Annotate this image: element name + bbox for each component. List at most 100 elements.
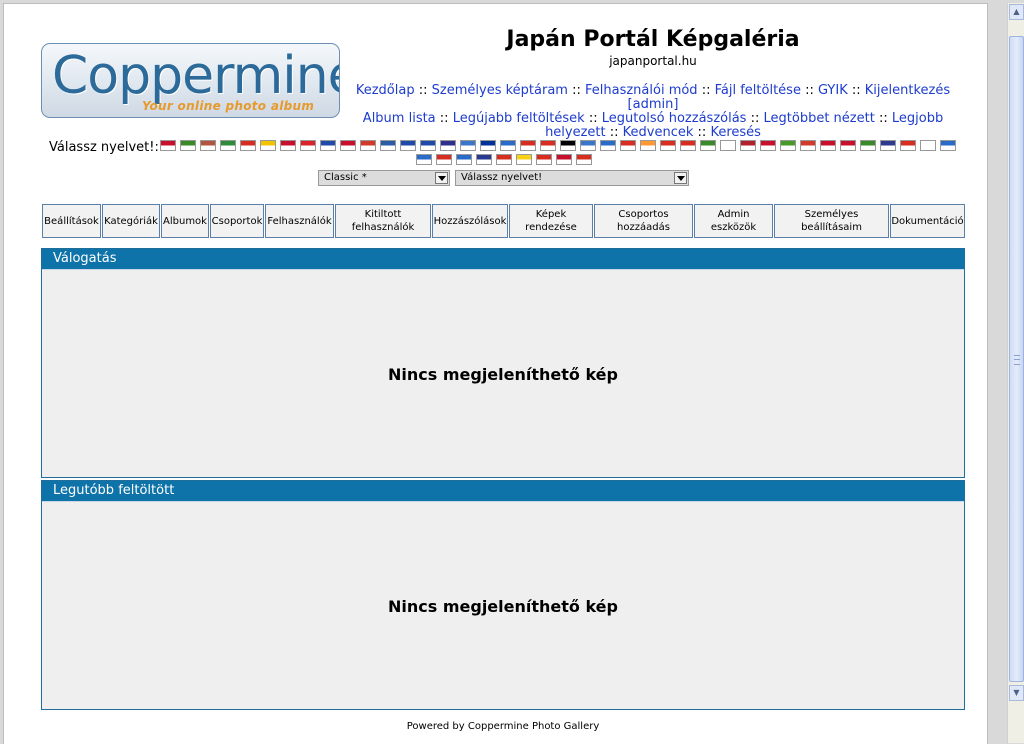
language-flag-icon[interactable] [200,140,216,151]
admin-groups-button[interactable]: Csoportok [210,204,264,238]
language-select-value: Válassz nyelvet! [461,172,543,183]
language-flag-icon[interactable] [320,140,336,151]
language-flag-icon[interactable] [480,140,496,151]
nav-faq-link[interactable]: GYIK [818,83,848,98]
language-flag-icon[interactable] [456,154,472,165]
language-flag-icon[interactable] [580,140,596,151]
admin-batch-add-button[interactable]: Csoportos hozzáadás [594,204,693,238]
language-flag-icon[interactable] [556,154,572,165]
admin-toolbar: Beállítások Kategóriák Albumok Csoportok… [0,204,1000,238]
nav-search-link[interactable]: Keresés [710,125,760,140]
chevron-down-icon[interactable] [674,172,687,184]
gallery-nav-row-1: Album lista :: Legújabb feltöltések :: L… [362,111,944,126]
nav-last-comments-link[interactable]: Legutolsó hozzászólás [602,111,747,126]
language-flag-icon[interactable] [880,140,896,151]
language-flag-icon[interactable] [496,154,512,165]
scroll-thumb[interactable] [1009,36,1024,682]
powered-by-footer: Powered by Coppermine Photo Gallery [406,721,600,732]
nav-album-list-link[interactable]: Album lista [363,111,436,126]
admin-banned-users-button[interactable]: Kitiltott felhasználók [335,204,431,238]
language-flag-icon[interactable] [780,140,796,151]
language-flag-icon[interactable] [740,140,756,151]
logo-tagline: Your online photo album [142,99,315,113]
admin-documentation-button[interactable]: Dokumentáció [890,204,965,238]
language-flag-icon[interactable] [660,140,676,151]
user-nav-row-1: Kezdőlap :: Személyes képtáram :: Felhas… [355,83,951,98]
language-flag-icon[interactable] [460,140,476,151]
nav-top-rated-link-cont[interactable]: helyezett [545,125,606,140]
admin-tools-button[interactable]: Admin eszközök [694,204,773,238]
language-flag-icon[interactable] [540,140,556,151]
language-flag-icon[interactable] [536,154,552,165]
scroll-up-button[interactable]: ▲ [1009,4,1024,20]
nav-my-gallery-link[interactable]: Személyes képtáram [432,83,568,98]
language-flag-icon[interactable] [820,140,836,151]
admin-sort-pictures-button[interactable]: Képek rendezése [509,204,593,238]
language-flag-icon[interactable] [500,140,516,151]
language-flag-icon[interactable] [260,140,276,151]
nav-top-rated-link[interactable]: Legjobb [892,111,943,126]
language-flag-icon[interactable] [440,140,456,151]
language-flag-icon[interactable] [520,140,536,151]
language-flags-row-2 [416,154,616,166]
theme-select[interactable]: Classic * [318,170,450,186]
admin-comments-button[interactable]: Hozzászólások [432,204,508,238]
nav-logout-link[interactable]: Kijelentkezés [865,83,950,98]
language-flag-icon[interactable] [640,140,656,151]
language-flag-icon[interactable] [420,140,436,151]
language-flag-icon[interactable] [476,154,492,165]
admin-my-profile-button[interactable]: Személyes beállításaim [774,204,889,238]
language-flag-icon[interactable] [436,154,452,165]
nav-admin-link[interactable]: [admin] [628,97,679,112]
language-flag-icon[interactable] [400,140,416,151]
latest-empty-message: Nincs megjeleníthető kép [388,597,618,616]
language-flag-icon[interactable] [160,140,176,151]
language-flag-icon[interactable] [416,154,432,165]
language-flag-icon[interactable] [720,140,736,151]
language-flag-icon[interactable] [760,140,776,151]
vertical-scrollbar[interactable]: ▲ ▼ [1007,3,1024,743]
language-flag-icon[interactable] [516,154,532,165]
user-nav-row-2: [admin] [355,98,951,112]
admin-users-button[interactable]: Felhasználók [265,204,334,238]
nav-user-mode-link[interactable]: Felhasználói mód [585,83,698,98]
language-flag-icon[interactable] [600,140,616,151]
language-flag-icon[interactable] [940,140,956,151]
nav-home-link[interactable]: Kezdőlap [356,83,415,98]
language-flag-icon[interactable] [300,140,316,151]
language-flag-icon[interactable] [680,140,696,151]
language-flag-icon[interactable] [180,140,196,151]
language-flag-icon[interactable] [560,140,576,151]
site-title: Japán Portál Képgaléria [506,27,800,52]
nav-favorites-link[interactable]: Kedvencek [623,125,694,140]
nav-upload-link[interactable]: Fájl feltöltése [715,83,801,98]
language-flag-icon[interactable] [576,154,592,165]
language-flag-icon[interactable] [900,140,916,151]
language-flag-icon[interactable] [840,140,856,151]
featured-panel-title: Válogatás [42,249,964,270]
scroll-down-button[interactable]: ▼ [1009,685,1024,701]
language-flag-icon[interactable] [360,140,376,151]
language-flag-icon[interactable] [700,140,716,151]
admin-config-button[interactable]: Beállítások [42,204,101,238]
nav-latest-uploads-link[interactable]: Legújabb feltöltések [453,111,585,126]
language-flag-icon[interactable] [380,140,396,151]
admin-categories-button[interactable]: Kategóriák [102,204,160,238]
language-flag-icon[interactable] [280,140,296,151]
nav-most-viewed-link[interactable]: Legtöbbet nézett [764,111,875,126]
language-select[interactable]: Válassz nyelvet! [455,170,689,186]
chevron-down-icon[interactable] [435,172,448,184]
language-flag-icon[interactable] [240,140,256,151]
language-flag-icon[interactable] [340,140,356,151]
language-flag-icon[interactable] [220,140,236,151]
coppermine-logo[interactable]: Coppermine Your online photo album [41,43,340,118]
language-flags-row-1 [160,140,960,152]
featured-empty-message: Nincs megjeleníthető kép [388,365,618,384]
admin-albums-button[interactable]: Albumok [161,204,209,238]
language-flag-icon[interactable] [800,140,816,151]
language-flag-icon[interactable] [920,140,936,151]
language-flag-icon[interactable] [860,140,876,151]
language-flag-icon[interactable] [620,140,636,151]
featured-panel: Válogatás Nincs megjeleníthető kép [41,248,965,478]
gallery-nav-row-2: helyezett :: Kedvencek :: Keresés [545,125,761,140]
